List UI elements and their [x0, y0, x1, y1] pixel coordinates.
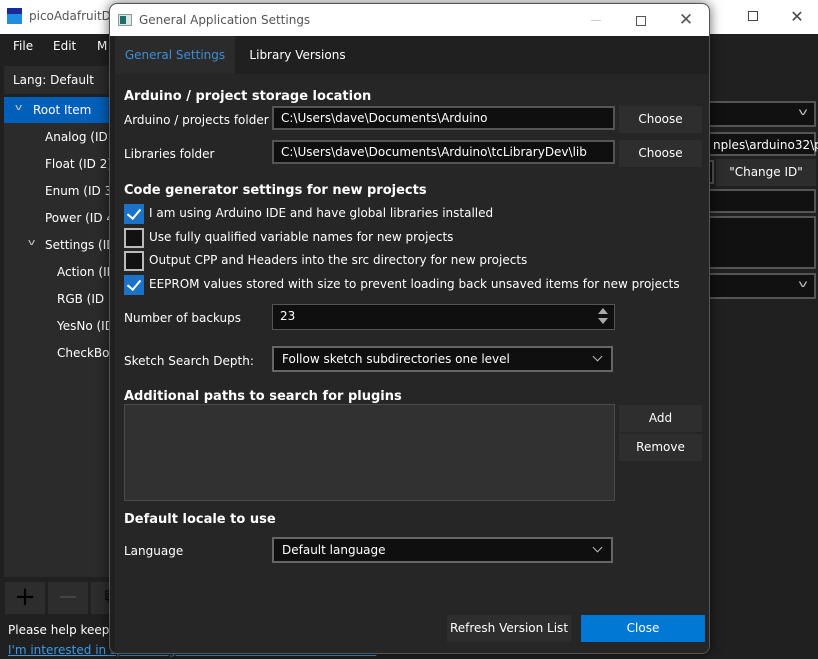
- close-dialog-button[interactable]: ✕: [676, 11, 696, 29]
- close-icon: ✕: [790, 7, 804, 26]
- tab-general-settings[interactable]: General Settings: [115, 36, 235, 74]
- tree-item-label: Analog (ID 1: [45, 130, 109, 144]
- search-depth-value: Follow sketch subdirectories one level: [282, 352, 510, 366]
- add-plugin-path-button[interactable]: Add: [619, 405, 702, 432]
- spin-up-icon[interactable]: [598, 308, 608, 314]
- tree-item[interactable]: Power (ID 4): [4, 205, 109, 231]
- peek-dropdown-2[interactable]: v: [705, 273, 816, 299]
- search-depth-select[interactable]: Follow sketch subdirectories one level: [272, 346, 613, 372]
- dialog-title: General Application Settings: [139, 13, 311, 27]
- locale-heading: Default locale to use: [124, 512, 276, 527]
- plugin-paths-list[interactable]: [124, 404, 615, 501]
- peek-path-field[interactable]: nples\arduino32\pi: [705, 132, 818, 156]
- libraries-folder-field[interactable]: C:\Users\dave\Documents\Arduino\tcLibrar…: [272, 140, 615, 164]
- choose-projects-folder-button[interactable]: Choose: [619, 106, 702, 133]
- tree-item[interactable]: YesNo (ID: [4, 313, 109, 339]
- minus-icon: −: [57, 582, 79, 612]
- tree-item[interactable]: Action (ID: [4, 259, 109, 285]
- chevron-down-icon[interactable]: v: [28, 238, 35, 248]
- maximize-icon: [636, 15, 646, 26]
- tab-library-versions[interactable]: Library Versions: [235, 36, 360, 74]
- language-selector[interactable]: Lang: Default: [4, 66, 109, 94]
- tree-item-label: Root Item: [33, 103, 92, 117]
- menu-file[interactable]: File: [13, 39, 33, 53]
- chevron-down-icon: v: [798, 107, 808, 118]
- chevron-down-icon[interactable]: v: [15, 103, 22, 113]
- tree-item-root[interactable]: v Root Item: [4, 97, 109, 123]
- refresh-version-list-button[interactable]: Refresh Version List: [447, 615, 571, 642]
- chevron-down-icon: [592, 542, 603, 553]
- tree-item[interactable]: Float (ID 2): [4, 151, 109, 177]
- projects-folder-field[interactable]: C:\Users\dave\Documents\Arduino: [272, 106, 615, 130]
- general-settings-panel: Arduino / project storage location Ardui…: [115, 74, 709, 653]
- tree-item-label: Enum (ID 3): [45, 184, 109, 198]
- help-text: Please help keep: [8, 623, 110, 637]
- spin-down-icon[interactable]: [598, 318, 608, 324]
- checkbox-unchecked-icon[interactable]: [124, 228, 144, 248]
- tree-item-settings[interactable]: v Settings (ID: [4, 232, 109, 258]
- search-depth-label: Sketch Search Depth:: [124, 354, 254, 368]
- storage-heading: Arduino / project storage location: [124, 89, 372, 104]
- tree-item-label: Action (ID: [57, 265, 109, 279]
- app-logo-icon: [7, 8, 22, 24]
- backups-value: 23: [280, 309, 296, 323]
- change-id-button[interactable]: "Change ID": [716, 159, 816, 186]
- tree-item[interactable]: CheckBox: [4, 340, 109, 366]
- language-label: Language: [124, 544, 184, 558]
- settings-dialog: General Application Settings ✕ General S…: [109, 3, 710, 654]
- checkbox-unchecked-icon[interactable]: [124, 251, 144, 271]
- tree-item-label: Settings (ID: [45, 238, 109, 252]
- libraries-folder-label: Libraries folder: [124, 147, 215, 161]
- remove-plugin-path-button[interactable]: Remove: [619, 434, 702, 461]
- tree-item-label: RGB (ID 7): [57, 292, 109, 306]
- plugins-heading: Additional paths to search for plugins: [124, 389, 402, 404]
- close-window-button[interactable]: ✕: [788, 8, 806, 26]
- checkbox-checked-icon[interactable]: [124, 204, 144, 224]
- tree-item-label: YesNo (ID: [57, 319, 109, 333]
- chevron-down-icon: [592, 351, 603, 362]
- dialog-app-icon: [118, 14, 132, 26]
- plus-icon: +: [14, 582, 36, 612]
- remove-item-button[interactable]: −: [48, 582, 88, 614]
- checkbox-label: EEPROM values stored with size to preven…: [149, 277, 680, 291]
- add-item-button[interactable]: +: [5, 582, 45, 614]
- peek-text-area[interactable]: [705, 216, 816, 269]
- checkbox-label: Output CPP and Headers into the src dire…: [149, 253, 528, 267]
- close-icon: ✕: [678, 10, 694, 30]
- tree-item[interactable]: RGB (ID 7): [4, 286, 109, 312]
- close-button[interactable]: Close: [581, 615, 705, 642]
- checkbox-checked-icon[interactable]: [124, 275, 144, 295]
- peek-text-field[interactable]: [705, 189, 816, 213]
- minimize-button[interactable]: [586, 11, 606, 29]
- minimize-icon: [591, 20, 601, 21]
- menu-tree[interactable]: v Root Item Analog (ID 1 Float (ID 2) En…: [4, 97, 109, 577]
- menu-edit[interactable]: Edit: [53, 39, 76, 53]
- language-select[interactable]: Default language: [272, 537, 613, 563]
- main-window-title: picoAdafruitDa: [29, 9, 119, 23]
- dialog-titlebar: General Application Settings ✕: [110, 4, 709, 36]
- chevron-down-icon: v: [798, 279, 808, 290]
- tree-item[interactable]: Enum (ID 3): [4, 178, 109, 204]
- backups-spinner[interactable]: 23: [272, 304, 615, 330]
- choose-libraries-folder-button[interactable]: Choose: [619, 140, 702, 167]
- projects-folder-label: Arduino / projects folder: [124, 113, 269, 127]
- language-value: Default language: [282, 543, 386, 557]
- tab-bar: General Settings Library Versions: [115, 36, 709, 74]
- maximize-icon: [748, 11, 758, 21]
- tree-item-label: Power (ID 4): [45, 211, 109, 225]
- backups-label: Number of backups: [124, 311, 242, 325]
- peek-path-text: nples\arduino32\pi: [713, 138, 818, 152]
- tree-item-label: Float (ID 2): [45, 157, 109, 171]
- tree-item-label: CheckBox: [57, 346, 109, 360]
- checkbox-label: Use fully qualified variable names for n…: [149, 230, 454, 244]
- maximize-button[interactable]: [744, 8, 762, 26]
- checkbox-label: I am using Arduino IDE and have global l…: [149, 206, 494, 220]
- maximize-button[interactable]: [631, 11, 651, 29]
- menu-more[interactable]: M: [97, 39, 107, 53]
- language-label: Lang: Default: [13, 73, 94, 87]
- tree-item[interactable]: Analog (ID 1: [4, 124, 109, 150]
- codegen-heading: Code generator settings for new projects: [124, 183, 427, 198]
- peek-dropdown[interactable]: v: [705, 101, 816, 127]
